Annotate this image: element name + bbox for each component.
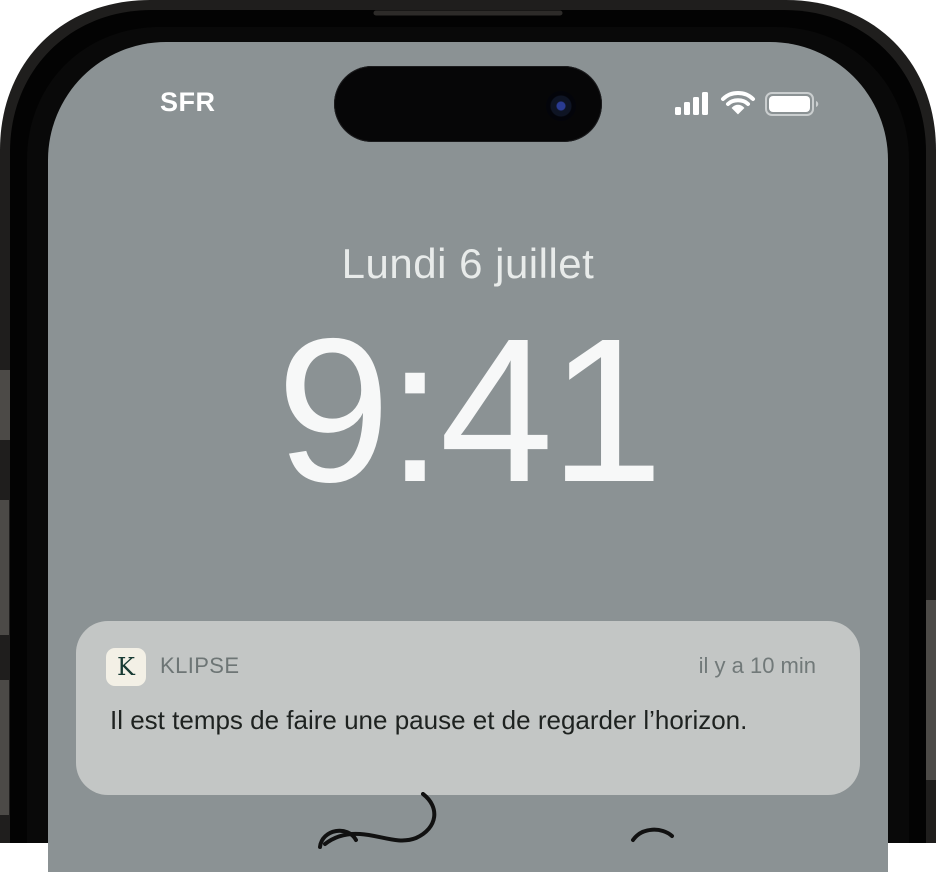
notification-message: Il est temps de faire une pause et de re… [110, 705, 748, 735]
lock-screen-date: Lundi 6 juillet [341, 240, 595, 287]
status-icons [675, 91, 819, 116]
battery-icon [765, 92, 819, 116]
notification-app-name: KLIPSE [160, 653, 240, 678]
wallpaper-doodle [318, 792, 674, 849]
wifi-icon [721, 91, 755, 115]
klipse-app-icon: K [106, 648, 146, 686]
notification-card[interactable]: K KLIPSE il y a 10 min Il est temps de f… [76, 621, 860, 795]
notification-timestamp: il y a 10 min [698, 653, 816, 678]
carrier-label: SFR [160, 87, 216, 117]
lock-screen-time: 9:41 [276, 296, 664, 525]
cellular-signal-icon [675, 92, 708, 115]
front-camera [546, 91, 576, 121]
